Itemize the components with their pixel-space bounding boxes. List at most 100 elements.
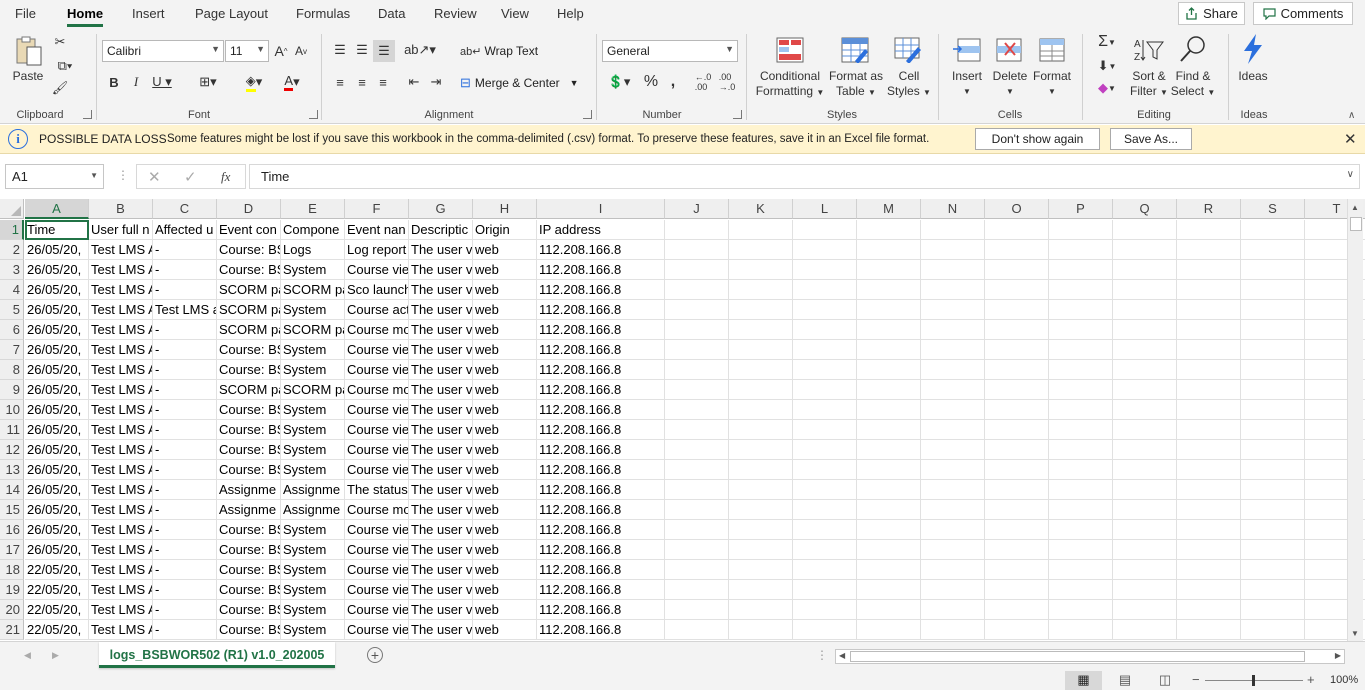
insert-function-icon[interactable]: fx xyxy=(221,169,230,185)
table-cell[interactable]: Log report xyxy=(345,240,409,260)
table-cell[interactable] xyxy=(793,420,857,440)
column-header-e[interactable]: E xyxy=(281,199,345,219)
table-cell[interactable] xyxy=(1113,300,1177,320)
tab-help[interactable]: Help xyxy=(557,6,584,21)
format-cells-icon[interactable] xyxy=(1037,36,1067,64)
clipboard-launcher-icon[interactable] xyxy=(83,110,92,119)
table-cell[interactable]: 22/05/20, xyxy=(25,600,89,620)
table-cell[interactable]: web xyxy=(473,540,537,560)
column-header-o[interactable]: O xyxy=(985,199,1049,219)
table-cell[interactable]: System xyxy=(281,580,345,600)
table-cell[interactable] xyxy=(921,400,985,420)
table-cell[interactable]: - xyxy=(153,580,217,600)
table-cell[interactable] xyxy=(1177,400,1241,420)
column-header-j[interactable]: J xyxy=(665,199,729,219)
table-cell[interactable]: Course act xyxy=(345,300,409,320)
table-cell[interactable] xyxy=(729,240,793,260)
table-cell[interactable]: Course: BS xyxy=(217,240,281,260)
tab-page-layout[interactable]: Page Layout xyxy=(195,6,268,21)
table-cell[interactable] xyxy=(921,620,985,640)
table-cell[interactable] xyxy=(1241,360,1305,380)
cancel-icon[interactable]: ✕ xyxy=(148,168,161,186)
table-cell[interactable] xyxy=(985,600,1049,620)
table-cell[interactable] xyxy=(793,540,857,560)
table-cell[interactable]: - xyxy=(153,320,217,340)
table-cell[interactable]: System xyxy=(281,300,345,320)
table-cell[interactable] xyxy=(1113,500,1177,520)
header-cell[interactable] xyxy=(1113,220,1177,240)
table-cell[interactable]: 26/05/20, xyxy=(25,300,89,320)
table-cell[interactable]: SCORM pa xyxy=(217,320,281,340)
table-cell[interactable] xyxy=(1177,560,1241,580)
table-cell[interactable] xyxy=(857,340,921,360)
table-cell[interactable] xyxy=(793,380,857,400)
table-cell[interactable] xyxy=(921,420,985,440)
wrap-text-button[interactable]: ab↵ Wrap Text xyxy=(460,42,538,60)
table-cell[interactable] xyxy=(793,620,857,640)
column-header-l[interactable]: L xyxy=(793,199,857,219)
conditional-formatting-button[interactable]: Conditional Formatting ▼ xyxy=(755,69,825,100)
table-cell[interactable] xyxy=(921,320,985,340)
table-cell[interactable] xyxy=(1113,540,1177,560)
zoom-level[interactable]: 100% xyxy=(1330,674,1358,686)
table-cell[interactable]: 112.208.166.8 xyxy=(537,560,665,580)
table-cell[interactable] xyxy=(1241,600,1305,620)
table-cell[interactable]: System xyxy=(281,340,345,360)
table-cell[interactable] xyxy=(921,340,985,360)
table-cell[interactable]: The user v xyxy=(409,340,473,360)
row-header[interactable]: 9 xyxy=(0,380,24,400)
table-cell[interactable]: Course vie xyxy=(345,540,409,560)
table-cell[interactable]: Course mo xyxy=(345,500,409,520)
vertical-scrollbar[interactable]: ▲ ▼ xyxy=(1347,199,1363,641)
table-cell[interactable] xyxy=(1177,460,1241,480)
column-header-h[interactable]: H xyxy=(473,199,537,219)
table-cell[interactable]: web xyxy=(473,480,537,500)
table-cell[interactable] xyxy=(793,260,857,280)
table-cell[interactable] xyxy=(1113,360,1177,380)
tab-file[interactable]: File xyxy=(15,6,36,21)
table-cell[interactable] xyxy=(857,520,921,540)
table-cell[interactable] xyxy=(729,600,793,620)
table-cell[interactable]: The user v xyxy=(409,260,473,280)
table-cell[interactable]: - xyxy=(153,520,217,540)
table-cell[interactable] xyxy=(665,380,729,400)
table-cell[interactable] xyxy=(1177,540,1241,560)
table-cell[interactable] xyxy=(1049,560,1113,580)
row-header[interactable]: 16 xyxy=(0,520,24,540)
table-cell[interactable] xyxy=(1113,520,1177,540)
table-cell[interactable] xyxy=(1049,460,1113,480)
table-cell[interactable] xyxy=(793,580,857,600)
table-cell[interactable] xyxy=(985,260,1049,280)
table-cell[interactable] xyxy=(857,540,921,560)
table-cell[interactable] xyxy=(729,520,793,540)
table-cell[interactable] xyxy=(1113,480,1177,500)
table-cell[interactable] xyxy=(729,580,793,600)
column-header-p[interactable]: P xyxy=(1049,199,1113,219)
table-cell[interactable] xyxy=(729,360,793,380)
table-cell[interactable] xyxy=(1241,320,1305,340)
table-cell[interactable] xyxy=(1113,440,1177,460)
table-cell[interactable]: Course: BS xyxy=(217,260,281,280)
table-cell[interactable] xyxy=(857,500,921,520)
row-header[interactable]: 5 xyxy=(0,300,24,320)
table-cell[interactable] xyxy=(665,300,729,320)
horizontal-scroll-thumb[interactable] xyxy=(850,651,1305,662)
table-cell[interactable] xyxy=(1177,380,1241,400)
italic-icon[interactable]: I xyxy=(128,72,144,92)
table-cell[interactable]: - xyxy=(153,540,217,560)
table-cell[interactable] xyxy=(857,380,921,400)
table-cell[interactable] xyxy=(1113,560,1177,580)
table-cell[interactable] xyxy=(985,580,1049,600)
table-cell[interactable]: Course: BS xyxy=(217,600,281,620)
table-cell[interactable]: web xyxy=(473,300,537,320)
table-cell[interactable] xyxy=(1049,420,1113,440)
table-cell[interactable] xyxy=(793,480,857,500)
table-cell[interactable]: Course: BS xyxy=(217,420,281,440)
row-header[interactable]: 6 xyxy=(0,320,24,340)
table-cell[interactable] xyxy=(729,400,793,420)
table-cell[interactable]: The user v xyxy=(409,460,473,480)
find-select-icon[interactable] xyxy=(1177,34,1209,64)
table-cell[interactable] xyxy=(793,280,857,300)
share-button[interactable]: Share xyxy=(1178,2,1245,25)
table-cell[interactable] xyxy=(921,440,985,460)
